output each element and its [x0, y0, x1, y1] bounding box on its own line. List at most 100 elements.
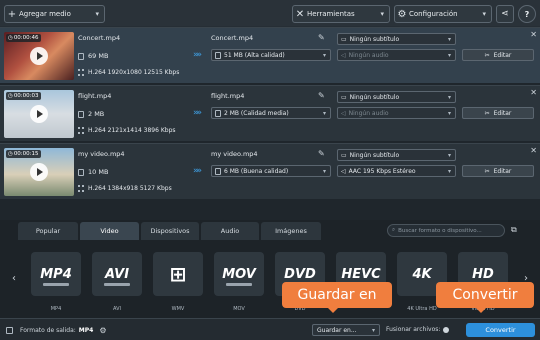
filter-icon[interactable]: ⧉ — [511, 225, 517, 235]
save-in-callout: Guardar en — [282, 282, 392, 313]
output-file-name: Concert.mp4 — [211, 34, 254, 42]
format-search-input[interactable]: ⌕ Buscar formato o dispositivo... — [387, 224, 505, 237]
convert-button[interactable]: Convertir — [466, 323, 535, 337]
play-icon[interactable] — [30, 47, 48, 65]
audio-select[interactable]: ◁ Ningún audio ▾ — [337, 107, 456, 119]
chevron-down-icon: ▾ — [322, 167, 326, 175]
gear-icon[interactable]: ⚙ — [99, 326, 106, 335]
close-icon[interactable]: ✕ — [530, 146, 537, 155]
source-file-meta: H.264 2121x1414 3896 Kbps — [78, 127, 176, 134]
file-icon — [215, 109, 221, 117]
source-file-meta: H.264 1384x918 5127 Kbps — [78, 185, 172, 192]
convert-callout: Convertir — [436, 282, 534, 313]
scissors-icon: ✂ — [484, 109, 490, 117]
chevron-down-icon: ▾ — [447, 151, 451, 159]
file-icon — [215, 51, 221, 59]
close-icon[interactable]: ✕ — [530, 30, 537, 39]
chevron-down-icon: ▾ — [380, 10, 384, 18]
add-media-label: Agregar medio — [19, 10, 71, 18]
source-file-size: 10 MB — [78, 168, 108, 176]
close-icon[interactable]: ✕ — [530, 88, 537, 97]
convert-arrow-icon: »» — [193, 166, 202, 176]
rename-pencil-icon[interactable]: ✎ — [318, 149, 325, 158]
output-size-select[interactable]: 6 MB (Buena calidad) ▾ — [211, 165, 331, 177]
scissors-icon: ✂ — [484, 51, 490, 59]
file-icon — [78, 168, 84, 176]
tools-label: Herramientas — [307, 10, 355, 18]
video-thumbnail[interactable]: ◷ 00:00:15 — [4, 148, 74, 196]
add-media-button[interactable]: + Agregar medio ▾ — [4, 5, 105, 23]
tab-images[interactable]: Imágenes — [261, 222, 321, 240]
share-button[interactable]: ⋖ — [496, 5, 514, 23]
film-icon — [78, 69, 84, 76]
source-file-meta: H.264 1920x1080 12515 Kbps — [78, 69, 179, 76]
chevron-down-icon: ▾ — [95, 10, 99, 18]
output-format: Formato de salida: MP4 ⚙ — [6, 326, 107, 335]
plus-icon: + — [7, 8, 17, 20]
chevron-down-icon: ▾ — [482, 10, 486, 18]
play-icon[interactable] — [30, 105, 48, 123]
edit-button[interactable]: ✂ Editar — [462, 49, 534, 61]
gear-icon: ⚙ — [397, 8, 407, 20]
bottom-bar: Formato de salida: MP4 ⚙ Guardar en... ▾… — [0, 318, 540, 340]
output-size-select[interactable]: 2 MB (Calidad media) ▾ — [211, 107, 331, 119]
source-file-size: 2 MB — [78, 110, 104, 118]
speaker-icon: ◁ — [341, 109, 346, 117]
video-thumbnail[interactable]: ◷ 00:00:03 — [4, 90, 74, 138]
settings-button[interactable]: ⚙ Configuración ▾ — [394, 5, 492, 23]
format-icon — [6, 327, 13, 334]
format-mp4[interactable]: MP4 — [31, 252, 81, 296]
output-size-select[interactable]: 51 MB (Alta calidad) ▾ — [211, 49, 331, 61]
format-avi[interactable]: AVI — [92, 252, 142, 296]
source-file-name: flight.mp4 — [78, 92, 112, 100]
file-icon — [215, 167, 221, 175]
clock-icon: ◷ — [8, 35, 13, 41]
subtitle-icon: ▭ — [341, 35, 347, 43]
merge-toggle[interactable] — [443, 326, 450, 333]
chevron-down-icon: ▾ — [447, 167, 451, 175]
edit-button[interactable]: ✂ Editar — [462, 107, 534, 119]
help-button[interactable]: ? — [518, 5, 536, 23]
scroll-left-icon[interactable]: ‹ — [12, 273, 16, 284]
play-icon[interactable] — [30, 163, 48, 181]
rename-pencil-icon[interactable]: ✎ — [318, 33, 325, 42]
merge-files: Fusionar archivos: — [386, 326, 450, 333]
subtitle-select[interactable]: ▭ Ningún subtítulo ▾ — [337, 33, 456, 45]
rename-pencil-icon[interactable]: ✎ — [318, 91, 325, 100]
file-icon — [78, 110, 84, 118]
tab-popular[interactable]: Popular — [18, 222, 78, 240]
file-row[interactable]: ◷ 00:00:03 flight.mp4 2 MB H.264 2121x141… — [0, 85, 540, 141]
file-row[interactable]: ◷ 00:00:15 my video.mp4 10 MB H.264 1384x… — [0, 143, 540, 199]
settings-label: Configuración — [409, 10, 458, 18]
output-file-name: flight.mp4 — [211, 92, 245, 100]
format-bar — [43, 283, 69, 286]
edit-button[interactable]: ✂ Editar — [462, 165, 534, 177]
format-wmv[interactable]: ⊞ — [153, 252, 203, 296]
duration-badge: ◷ 00:00:15 — [6, 150, 41, 158]
chevron-down-icon: ▾ — [447, 109, 451, 117]
film-icon — [78, 185, 84, 192]
merge-files-label: Fusionar archivos: — [386, 326, 441, 333]
output-format-value: MP4 — [78, 327, 94, 334]
windows-icon: ⊞ — [169, 262, 187, 286]
save-to-select[interactable]: Guardar en... ▾ — [312, 324, 380, 336]
file-icon — [78, 52, 84, 60]
chevron-down-icon: ▾ — [322, 109, 326, 117]
file-row[interactable]: ◷ 00:00:46 Concert.mp4 69 MB H.264 1920x1… — [0, 27, 540, 83]
audio-select[interactable]: ◁ Ningún audio ▾ — [337, 49, 456, 61]
video-thumbnail[interactable]: ◷ 00:00:46 — [4, 32, 74, 80]
format-mov[interactable]: MOV — [214, 252, 264, 296]
subtitle-select[interactable]: ▭ Ningún subtítulo ▾ — [337, 91, 456, 103]
tools-button[interactable]: ✕ Herramientas ▾ — [292, 5, 390, 23]
format-label: MOV — [233, 306, 245, 312]
chevron-down-icon: ▾ — [447, 35, 451, 43]
share-icon: ⋖ — [501, 9, 509, 19]
tab-video[interactable]: Video — [80, 222, 139, 240]
subtitle-select[interactable]: ▭ Ningún subtítulo ▾ — [337, 149, 456, 161]
duration-badge: ◷ 00:00:46 — [6, 34, 41, 42]
audio-select[interactable]: ◁ AAC 195 Kbps Estéreo ▾ — [337, 165, 456, 177]
scissors-icon: ✂ — [484, 167, 490, 175]
source-file-name: Concert.mp4 — [78, 34, 121, 42]
tab-audio[interactable]: Audio — [201, 222, 259, 240]
tab-devices[interactable]: Dispositivos — [141, 222, 199, 240]
